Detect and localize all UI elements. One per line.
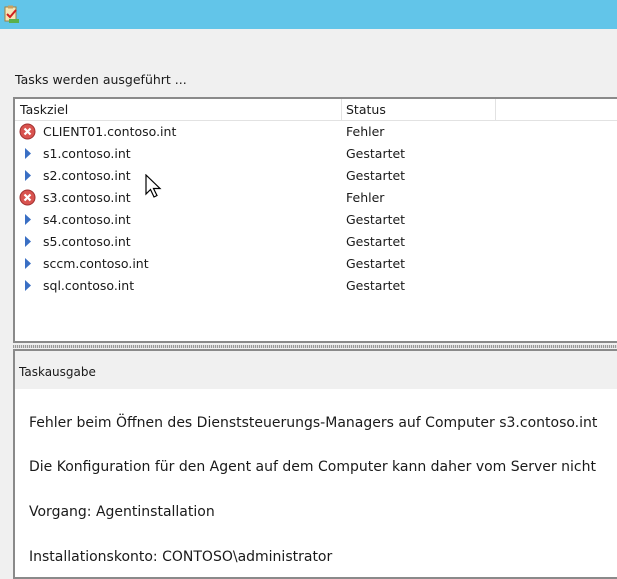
task-status: Fehler: [346, 124, 385, 139]
task-target: s3.contoso.int: [43, 190, 131, 205]
table-row[interactable]: s3.contoso.int Fehler: [15, 187, 617, 209]
error-icon: [19, 123, 36, 140]
table-row[interactable]: sccm.contoso.int Gestartet: [15, 253, 617, 275]
task-output-title: Taskausgabe: [19, 365, 96, 379]
task-status: Gestartet: [346, 168, 406, 183]
output-line: Fehler beim Öffnen des Dienststeuerungs-…: [29, 415, 598, 431]
play-arrow-icon: [25, 214, 31, 225]
task-clipboard-icon: [4, 5, 19, 23]
task-status: Fehler: [346, 190, 385, 205]
mouse-cursor-icon: [145, 174, 162, 198]
column-separator[interactable]: [341, 99, 342, 120]
task-target: sql.contoso.int: [43, 278, 135, 293]
task-target: s2.contoso.int: [43, 168, 131, 183]
task-output-panel: Taskausgabe Fehler beim Öffnen des Diens…: [13, 349, 617, 579]
column-separator[interactable]: [495, 99, 496, 120]
task-output-header: Taskausgabe: [15, 351, 617, 389]
title-bar: [0, 0, 617, 29]
output-line: Die Konfiguration für den Agent auf dem …: [29, 459, 596, 475]
column-header-status[interactable]: Status: [346, 102, 386, 117]
task-target: s4.contoso.int: [43, 212, 131, 227]
table-row[interactable]: s4.contoso.int Gestartet: [15, 209, 617, 231]
column-header-target[interactable]: Taskziel: [20, 102, 68, 117]
task-target-list[interactable]: Taskziel Status CLIENT01.contoso.int Fehl…: [13, 97, 617, 343]
error-icon: [19, 189, 36, 206]
task-target: s1.contoso.int: [43, 146, 131, 161]
task-status: Gestartet: [346, 234, 406, 249]
table-row[interactable]: s5.contoso.int Gestartet: [15, 231, 617, 253]
table-row[interactable]: s2.contoso.int Gestartet: [15, 165, 617, 187]
task-status: Gestartet: [346, 256, 406, 271]
play-arrow-icon: [25, 148, 31, 159]
table-row[interactable]: sql.contoso.int Gestartet: [15, 275, 617, 297]
task-target: sccm.contoso.int: [43, 256, 149, 271]
task-status: Gestartet: [346, 212, 406, 227]
task-target: CLIENT01.contoso.int: [43, 124, 177, 139]
task-status: Gestartet: [346, 278, 406, 293]
play-arrow-icon: [25, 236, 31, 247]
task-status: Gestartet: [346, 146, 406, 161]
panel-splitter[interactable]: [13, 345, 617, 348]
play-arrow-icon: [25, 258, 31, 269]
table-row[interactable]: CLIENT01.contoso.int Fehler: [15, 121, 617, 143]
output-line: Installationskonto: CONTOSO\administrato…: [29, 549, 333, 565]
task-target: s5.contoso.int: [43, 234, 131, 249]
progress-heading: Tasks werden ausgeführt ...: [15, 72, 187, 87]
list-header: Taskziel Status: [15, 99, 617, 121]
play-arrow-icon: [25, 280, 31, 291]
table-row[interactable]: s1.contoso.int Gestartet: [15, 143, 617, 165]
play-arrow-icon: [25, 170, 31, 181]
output-line: Vorgang: Agentinstallation: [29, 504, 215, 520]
